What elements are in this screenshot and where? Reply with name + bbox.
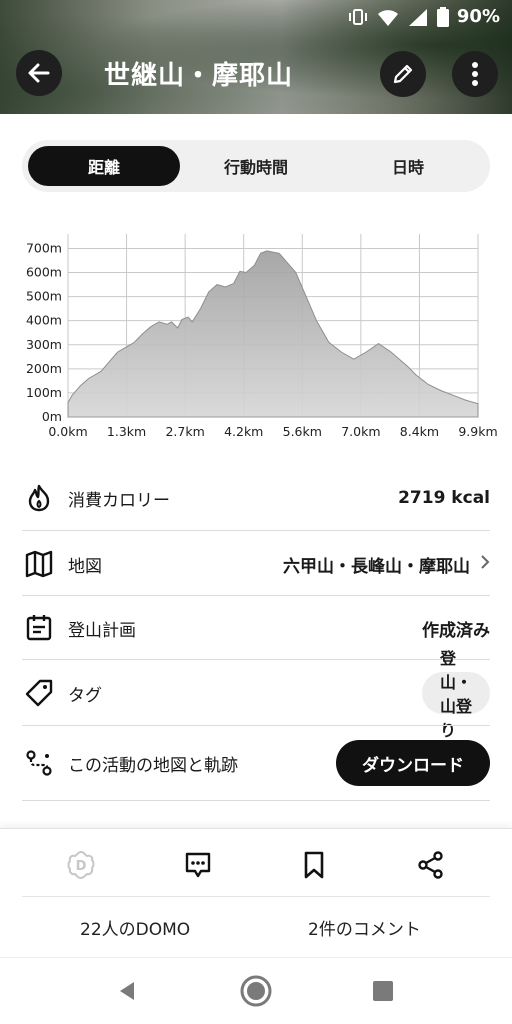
back-button[interactable] (16, 50, 62, 96)
chevron-right-icon (480, 554, 490, 575)
x-tick-label: 9.9km (458, 424, 497, 439)
route-icon (22, 746, 56, 780)
plan-value: 作成済み (422, 620, 490, 641)
tab-distance[interactable]: 距離 (28, 146, 180, 186)
edit-button[interactable] (380, 51, 426, 97)
divider (22, 725, 490, 726)
wifi-icon (377, 7, 399, 27)
signal-icon (407, 7, 429, 27)
vibrate-icon (347, 7, 369, 27)
divider (22, 530, 490, 531)
y-tick-label: 700m (26, 240, 62, 255)
tag-chip[interactable]: 登山・山登り (422, 649, 490, 740)
y-tick-label: 400m (26, 313, 62, 328)
domo-count[interactable]: 22人のDOMO (80, 915, 190, 940)
y-tick-label: 500m (26, 289, 62, 304)
flame-icon (22, 481, 56, 515)
nav-back-icon[interactable] (110, 974, 144, 1008)
track-label: この活動の地図と軌跡 (68, 755, 238, 776)
calendar-icon (22, 611, 56, 645)
status-icons: 90% (347, 6, 500, 27)
comment-icon[interactable] (180, 847, 216, 883)
tag-row: タグ 登山・山登り (22, 649, 490, 740)
calories-label: 消費カロリー (68, 490, 170, 511)
x-tick-label: 5.6km (283, 424, 322, 439)
y-tick-label: 0m (42, 409, 62, 424)
download-button[interactable]: ダウンロード (336, 740, 490, 786)
page-title: 世継山・摩耶山 (104, 61, 294, 91)
map-row[interactable]: 地図 六甲山・長峰山・摩耶山 (22, 540, 490, 588)
plan-row: 登山計画 作成済み (22, 604, 490, 652)
y-tick-label: 300m (26, 337, 62, 352)
comment-count[interactable]: 2件のコメント (308, 915, 421, 940)
more-vertical-icon (472, 62, 478, 86)
divider (22, 896, 490, 897)
arrow-left-icon (28, 63, 50, 83)
x-tick-label: 8.4km (400, 424, 439, 439)
x-tick-label: 4.2km (224, 424, 263, 439)
svg-text:D: D (76, 859, 87, 874)
battery-icon (436, 6, 449, 27)
battery-level: 90% (456, 6, 500, 27)
elevation-area (67, 250, 479, 418)
divider (22, 800, 490, 801)
pencil-icon (393, 64, 413, 84)
x-tick-label: 0.0km (48, 424, 87, 439)
bookmark-icon[interactable] (296, 847, 332, 883)
elevation-chart: 0.0km 1.3km 2.7km 4.2km 5.6km 7.0km 8.4km 9.9km… (26, 234, 498, 439)
calories-row: 消費カロリー 2719 kcal (22, 474, 490, 522)
x-tick-label: 2.7km (165, 424, 204, 439)
x-tick-label: 7.0km (341, 424, 380, 439)
status-bar: 90% (0, 0, 512, 34)
plan-label: 登山計画 (68, 620, 136, 641)
tag-icon (22, 676, 56, 710)
tag-label: タグ (68, 685, 102, 706)
y-tick-label: 600m (26, 265, 62, 280)
share-icon[interactable] (413, 847, 449, 883)
nav-home-icon[interactable] (239, 974, 273, 1008)
system-nav-bar (0, 957, 512, 1024)
more-button[interactable] (452, 51, 498, 97)
tab-datetime[interactable]: 日時 (332, 146, 484, 186)
map-label: 地図 (68, 556, 102, 577)
track-row: この活動の地図と軌跡 ダウンロード (22, 739, 490, 787)
divider (22, 659, 490, 660)
tab-duration[interactable]: 行動時間 (180, 146, 332, 186)
divider (22, 595, 490, 596)
calories-value: 2719 kcal (398, 488, 490, 508)
action-bar: D 22人のDOMO 2件のコメント (0, 828, 512, 956)
map-value-group: 六甲山・長峰山・摩耶山 (283, 552, 490, 577)
y-tick-label: 100m (26, 385, 62, 400)
nav-recents-icon[interactable] (366, 974, 400, 1008)
y-tick-label: 200m (26, 361, 62, 376)
map-icon (22, 547, 56, 581)
domo-icon[interactable]: D (63, 847, 99, 883)
chart-tab-bar: 距離 行動時間 日時 (22, 140, 490, 192)
header: 90% 世継山・摩耶山 (0, 0, 512, 114)
x-tick-label: 1.3km (107, 424, 146, 439)
map-value: 六甲山・長峰山・摩耶山 (283, 556, 470, 577)
